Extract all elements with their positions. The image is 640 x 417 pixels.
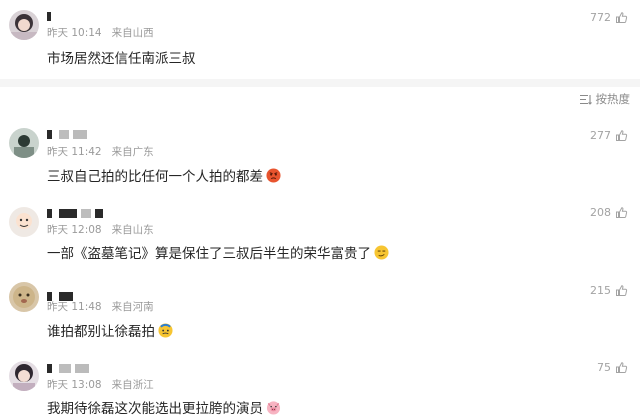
comment-text-content: 谁拍都别让徐磊拍 [47,324,155,340]
pig-emoji-icon [266,400,281,415]
comment-text-content: 我期待徐磊这次能选出更拉胯的演员 [47,401,263,417]
like-button[interactable]: 215 [590,284,628,297]
sweat-emoji-icon [158,322,173,338]
like-count: 75 [597,361,611,374]
like-count: 208 [590,206,611,219]
comment-time: 昨天 13:08 [47,379,102,391]
sort-label: 按热度 [595,92,631,106]
comment-item: 昨天 12:08 来自山东 一部《盗墓笔记》算是保住了三叔后半生的荣华富贵了 20… [0,199,640,271]
like-icon [616,362,628,373]
like-icon [616,207,628,218]
avatar[interactable] [9,282,39,312]
comment-meta: 昨天 12:08 来自山东 [47,222,154,237]
like-count: 215 [590,284,611,297]
comment-location: 来自浙江 [111,379,154,391]
comment-text: 我期待徐磊这次能选出更拉胯的演员 [47,397,281,417]
sort-toggle[interactable]: 按热度 [579,91,631,107]
comment-meta: 昨天 11:48 来自河南 [47,299,154,314]
comment-location: 来自广东 [111,146,154,158]
sort-icon [579,94,592,105]
comment-text: 市场居然还信任南派三叔 [47,47,196,67]
comment-time: 昨天 11:48 [47,301,102,313]
like-button[interactable]: 75 [597,361,628,374]
comment-text: 一部《盗墓笔记》算是保住了三叔后半生的荣华富贵了 [47,242,389,262]
comment-text: 三叔自己拍的比任何一个人拍的都差 [47,165,281,185]
comment-text-content: 一部《盗墓笔记》算是保住了三叔后半生的荣华富贵了 [47,246,371,262]
like-button[interactable]: 772 [590,11,628,24]
like-count: 277 [590,129,611,142]
comment-text-content: 三叔自己拍的比任何一个人拍的都差 [47,169,263,185]
section-divider [0,79,640,87]
comment-time: 昨天 12:08 [47,224,102,236]
like-icon [616,130,628,141]
comment-meta: 昨天 13:08 来自浙江 [47,377,154,392]
comment-location: 来自山西 [111,27,154,39]
angry-emoji-icon [266,167,281,183]
like-icon [616,285,628,296]
avatar[interactable] [9,128,39,158]
comment-location: 来自河南 [111,301,154,313]
comment-item: 昨天 13:08 来自浙江 我期待徐磊这次能选出更拉胯的演员 75 [0,359,640,417]
like-button[interactable]: 277 [590,129,628,142]
avatar[interactable] [9,207,39,237]
comment-meta: 昨天 10:14 来自山西 [47,25,154,40]
avatar[interactable] [9,10,39,40]
like-icon [616,12,628,23]
top-comment: 昨天 10:14 来自山西 市场居然还信任南派三叔 772 [0,0,640,79]
comment-item: 昨天 11:42 来自广东 三叔自己拍的比任何一个人拍的都差 277 [0,120,640,190]
comment-text: 谁拍都别让徐磊拍 [47,320,173,340]
like-count: 772 [590,11,611,24]
comment-meta: 昨天 11:42 来自广东 [47,144,154,159]
like-button[interactable]: 208 [590,206,628,219]
comment-text-content: 市场居然还信任南派三叔 [47,51,196,67]
comment-time: 昨天 10:14 [47,27,102,39]
comment-location: 来自山东 [111,224,154,236]
avatar[interactable] [9,361,39,391]
smirk-emoji-icon [374,244,389,260]
comment-item: 昨天 11:48 来自河南 谁拍都别让徐磊拍 215 [0,281,640,349]
comment-time: 昨天 11:42 [47,146,102,158]
